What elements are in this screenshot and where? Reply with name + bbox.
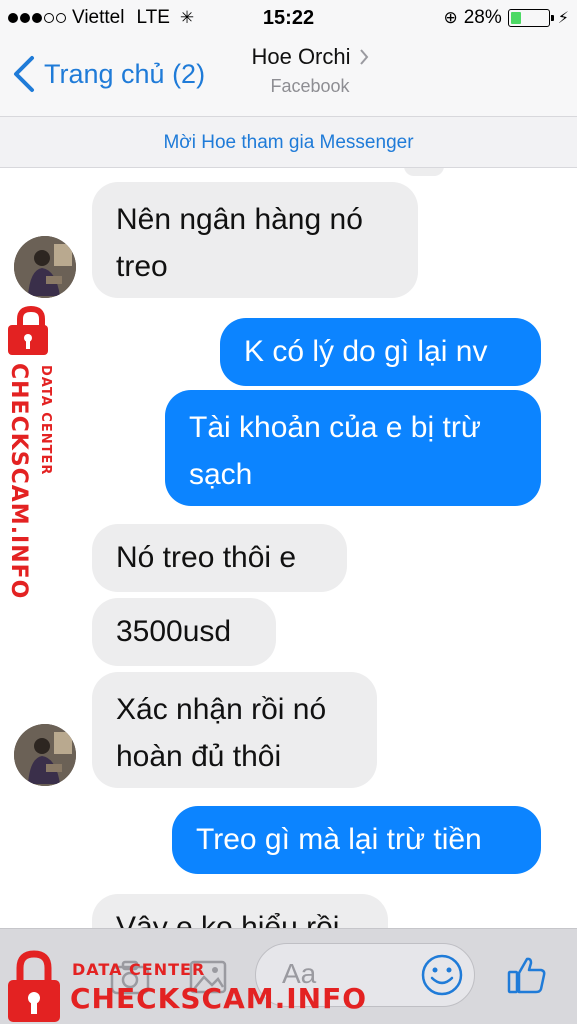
message-thread[interactable]: Nên ngân hàng nó treo K có lý do gì lại … [0,168,577,928]
chevron-left-icon [14,56,34,92]
message-bubble-incoming[interactable]: Vậy e ko hiểu rồi [92,894,388,928]
invite-banner[interactable]: Mời Hoe tham gia Messenger [0,116,577,168]
watermark-side-line2: CHECKSCAM.INFO [6,363,31,600]
message-line: Treo gì mà lại trừ tiền [196,823,482,856]
message-bubble-incoming[interactable]: Nó treo thôi e [92,524,347,592]
message-line: 3500usd [116,615,232,648]
message-line: Vậy e ko hiểu rồi [116,911,340,928]
back-label: Trang chủ (2) [44,58,206,89]
charging-icon: ⚡ [557,10,569,27]
contact-source: Facebook [270,76,350,96]
contact-header[interactable]: Hoe Orchi Facebook [240,44,380,97]
profile-photo-icon [14,236,76,298]
battery-fill [510,12,521,24]
watermark-side-line1: DATA CENTER [38,365,53,476]
padlock-logo [8,950,60,1022]
message-line: Tài khoản của e bị trừ [189,411,481,444]
message-line: hoàn đủ thôi [116,740,282,773]
status-bar: Viettel LTE ✳ 15:22 ⊕ 28% ⚡ [0,0,577,36]
message-line: sạch [189,458,253,491]
partial-bubble [404,168,444,176]
watermark-side: DATA CENTER CHECKSCAM.INFO [2,305,60,599]
status-right: ⊕ 28% ⚡ [443,7,569,29]
message-line: K có lý do gì lại nv [244,335,488,368]
message-bubble-incoming[interactable]: Nên ngân hàng nó treo [92,182,418,298]
avatar[interactable] [14,724,76,786]
battery-percent: 28% [463,7,502,28]
contact-name: Hoe Orchi [251,44,351,69]
message-bubble-incoming[interactable]: 3500usd [92,598,276,666]
message-line: Nên ngân hàng nó [116,203,363,236]
message-bubble-incoming[interactable]: Xác nhận rồi nó hoàn đủ thôi [92,672,377,788]
message-line: Xác nhận rồi nó [116,693,327,726]
watermark-bottom: DATA CENTER CHECKSCAM.INFO [0,948,577,1024]
message-line: Nó treo thôi e [116,541,297,574]
message-line: treo [116,250,168,283]
avatar[interactable] [14,236,76,298]
message-bubble-outgoing[interactable]: Tài khoản của e bị trừ sạch [165,390,541,506]
padlock-logo [8,305,48,355]
back-button[interactable]: Trang chủ (2) [12,54,205,94]
watermark-bottom-line2: CHECKSCAM.INFO [70,982,368,1015]
chevron-right-icon [359,49,368,65]
watermark-bottom-line1: DATA CENTER [72,960,206,979]
message-bubble-outgoing[interactable]: K có lý do gì lại nv [220,318,541,386]
rotation-lock-icon: ⊕ [443,8,458,27]
message-bubble-outgoing[interactable]: Treo gì mà lại trừ tiền [172,806,541,874]
profile-photo-icon [14,724,76,786]
nav-bar: Trang chủ (2) Hoe Orchi Facebook [0,36,577,116]
battery-icon [507,9,554,27]
